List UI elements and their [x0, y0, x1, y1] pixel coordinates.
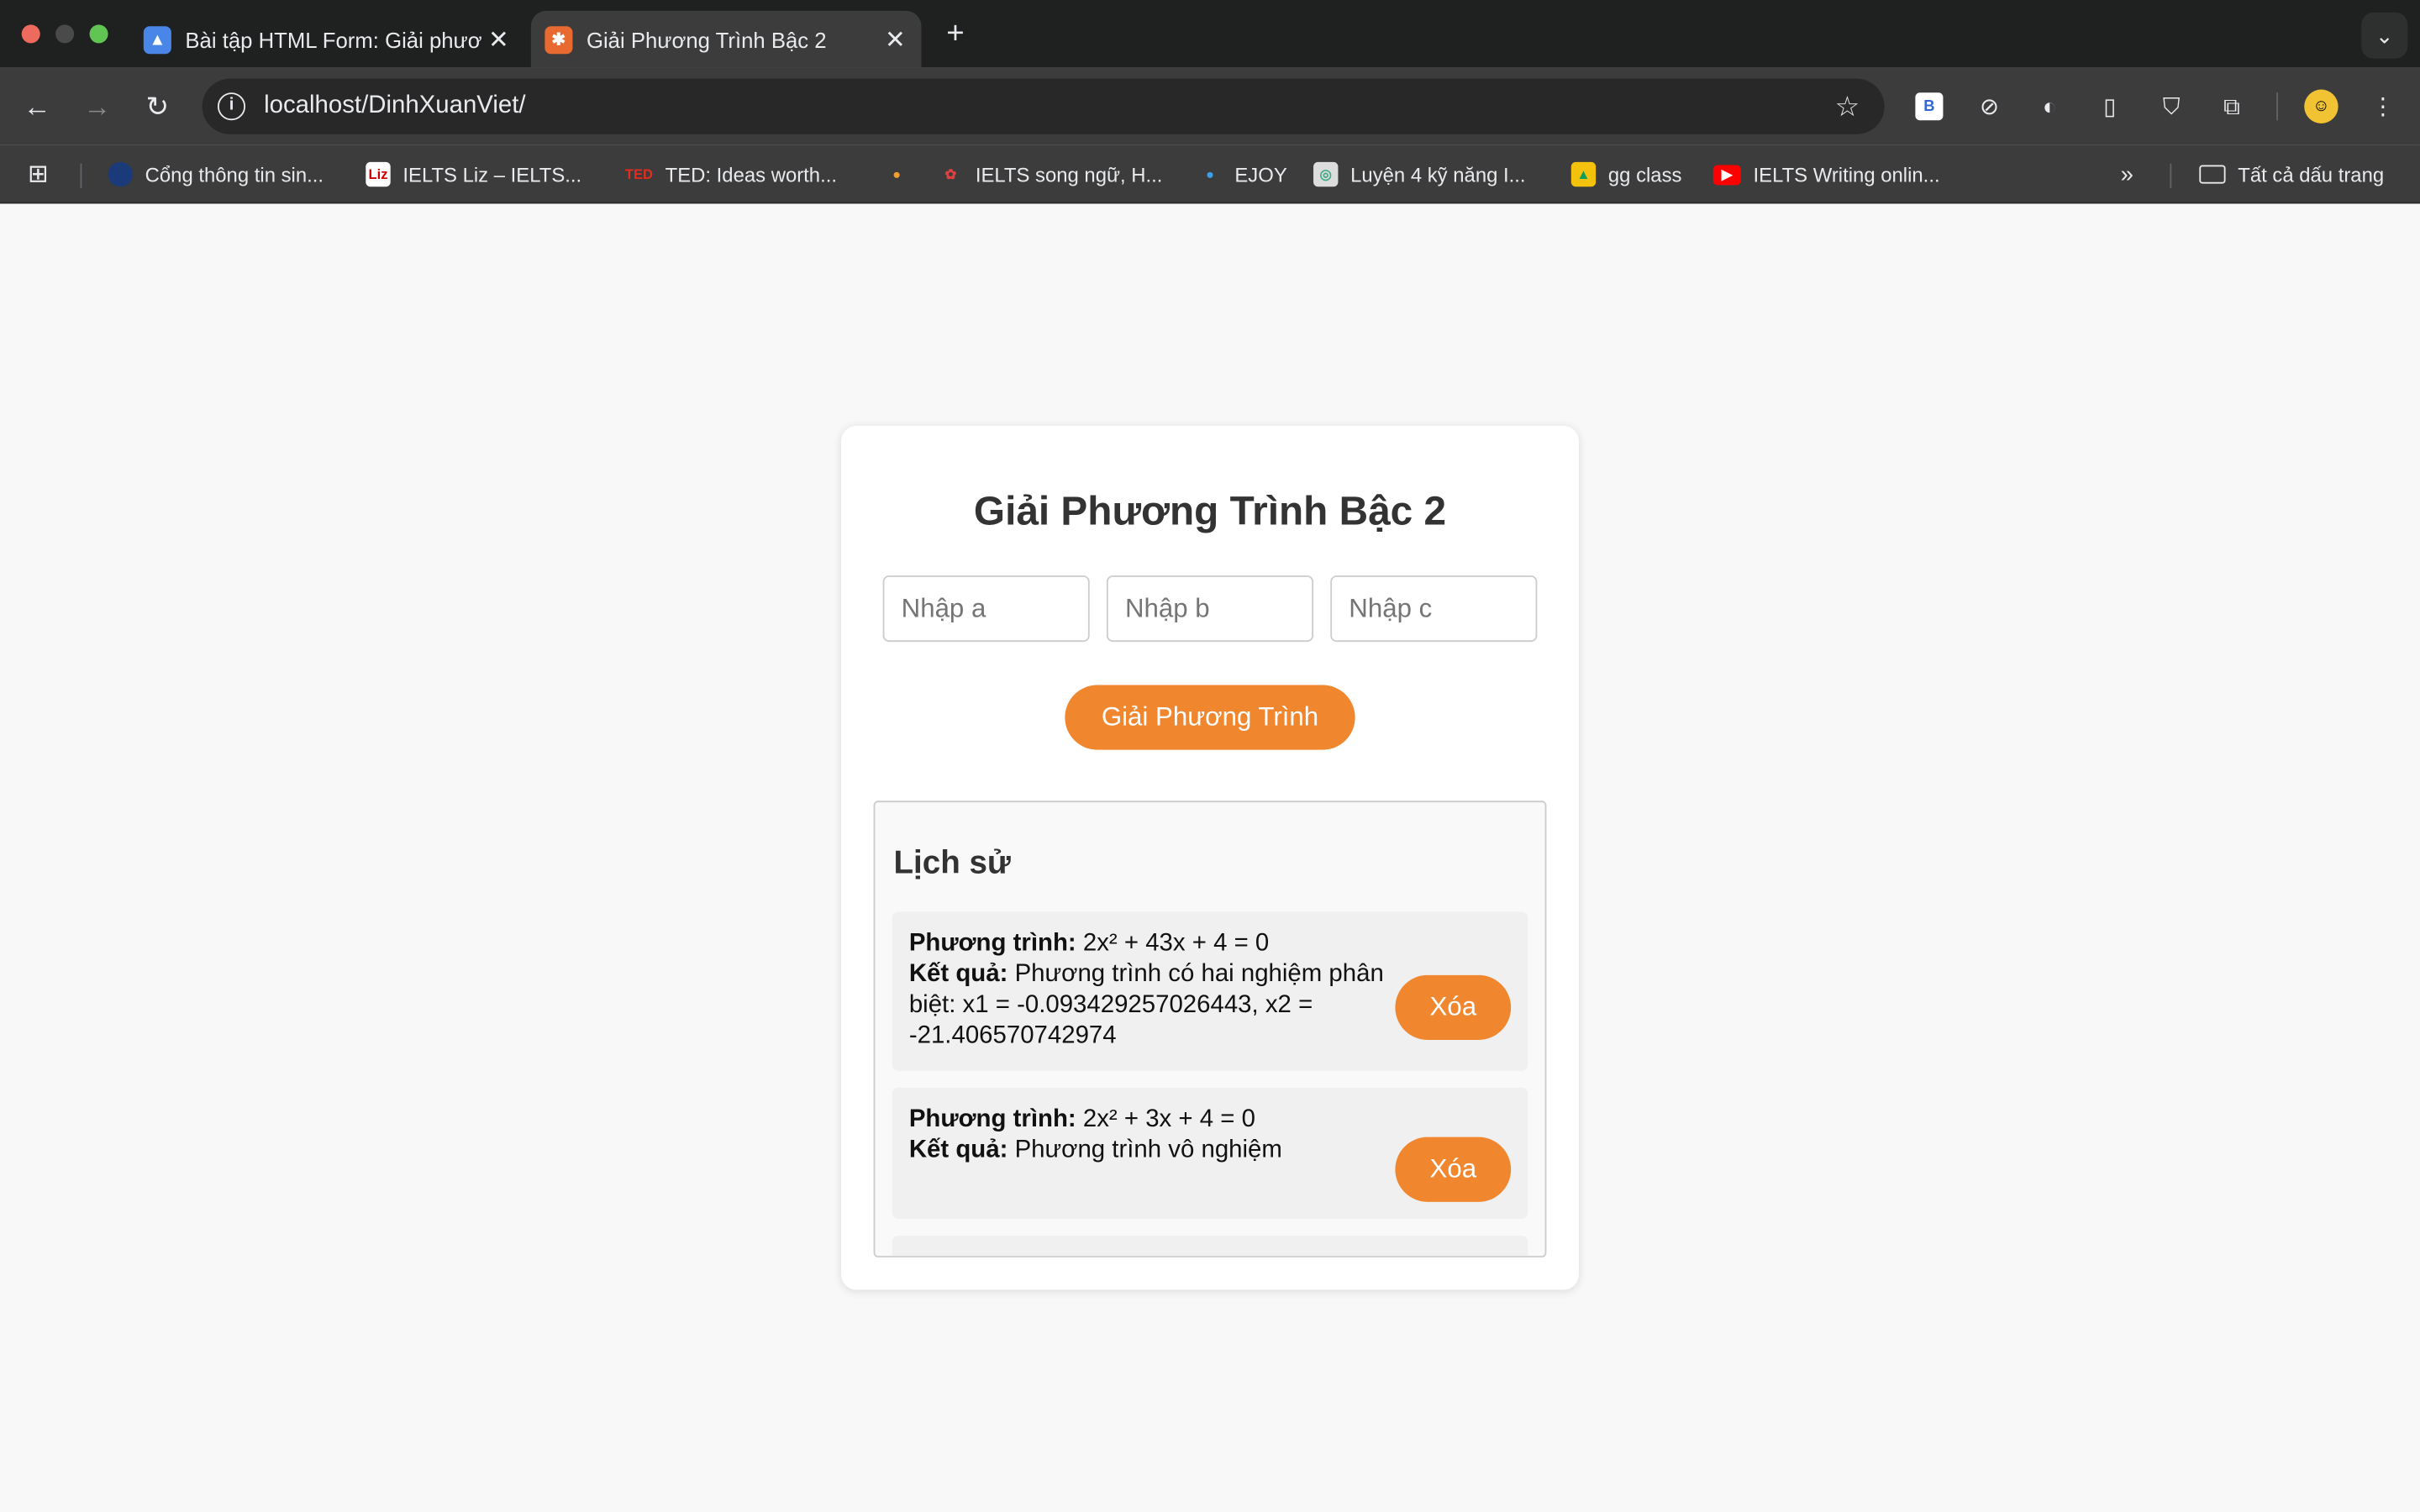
apps-grid-icon[interactable]: ⊞: [28, 160, 49, 188]
close-window-button[interactable]: [21, 24, 40, 44]
minimize-window-button[interactable]: [55, 24, 75, 44]
shield-extension-icon[interactable]: ⛉: [2153, 88, 2190, 125]
bookmark-label: gg class: [1607, 162, 1682, 186]
maximize-window-button[interactable]: [89, 24, 108, 44]
bookmark-label: EJOY: [1234, 162, 1287, 186]
history-item-text: Phương trình: 2x² + 3x + 4 = 0 Kết quả: …: [909, 1105, 1397, 1166]
flower-icon: ✿: [944, 165, 957, 181]
bookmark-label: Cổng thông tin sin...: [145, 162, 324, 186]
site-icon: ◎: [1313, 161, 1339, 187]
bookmark-label: Luyện 4 kỹ năng I...: [1350, 162, 1526, 186]
ielts-liz-icon: Liz: [366, 161, 391, 187]
back-icon[interactable]: ←: [17, 87, 57, 127]
input-a[interactable]: [882, 575, 1090, 643]
input-c[interactable]: [1330, 575, 1538, 643]
profile-avatar[interactable]: ☺: [2304, 89, 2338, 123]
bookmark-label: IELTS Liz – IELTS...: [402, 162, 582, 186]
bookmark-item[interactable]: ● EJOY: [1197, 160, 1287, 188]
droplet-icon: ●: [1206, 166, 1214, 182]
bookmark-item[interactable]: ▶ IELTS Writing onlin...: [1712, 160, 1940, 188]
portal-icon: [108, 161, 133, 187]
bookmark-item[interactable]: Liz IELTS Liz – IELTS...: [366, 160, 581, 188]
more-bookmarks-chevron-icon[interactable]: »: [2121, 160, 2133, 188]
bookmarks-divider: [2170, 163, 2172, 189]
close-icon[interactable]: ✕: [481, 24, 515, 55]
bookmarks-bar: ⊞ Cổng thông tin sin... Liz IELTS Liz – …: [0, 144, 2420, 204]
equation-label: Phương trình:: [908, 1105, 1076, 1133]
result-value: Phương trình vô nghiệm: [1014, 1137, 1282, 1163]
history-item: Phương trình: 2x² + 3x + 4 = 0 Kết quả: …: [892, 1087, 1528, 1220]
solver-card: Giải Phương Trình Bậc 2 Giải Phương Trìn…: [841, 425, 1579, 1290]
tab-classroom[interactable]: ▲ Bài tập HTML Form: Giải phương ✕: [129, 11, 524, 68]
bookmark-star-icon[interactable]: ☆: [1835, 90, 1860, 123]
classroom-icon: ▲: [143, 25, 171, 54]
color-extension-icon[interactable]: ◐: [2031, 88, 2068, 125]
result-label: Kết quả:: [908, 1137, 1008, 1163]
toolbar-divider: [2276, 92, 2279, 121]
bookmark-item[interactable]: TED TED: Ideas worth...: [625, 160, 837, 188]
menu-kebab-icon[interactable]: ⋮: [2365, 88, 2402, 125]
bookmark-label: Tất cả dấu trang: [2238, 162, 2385, 186]
input-b[interactable]: [1106, 575, 1314, 643]
history-item: Phương trình: 2x² + 43x + 4 = 0 Kết quả:…: [892, 911, 1528, 1071]
delete-button[interactable]: Xóa: [1395, 974, 1512, 1040]
bookmark-item[interactable]: ●: [884, 160, 908, 188]
browser-tab-bar: ▲ Bài tập HTML Form: Giải phương ✕ ✱ Giả…: [0, 0, 2420, 68]
history-item: [892, 1236, 1528, 1257]
new-tab-button[interactable]: +: [937, 15, 974, 52]
compass-extension-icon[interactable]: ⊘: [1971, 88, 2008, 125]
bookmark-label: TED: Ideas worth...: [665, 162, 837, 186]
delete-button[interactable]: Xóa: [1395, 1137, 1512, 1202]
tab-equation-solver[interactable]: ✱ Giải Phương Trình Bậc 2 ✕: [530, 10, 922, 68]
youtube-icon: ▶: [1712, 164, 1741, 185]
address-bar[interactable]: i localhost/DinhXuanViet/ ☆: [202, 78, 1885, 134]
site-info-icon[interactable]: i: [217, 92, 246, 121]
ted-icon: TED: [624, 166, 653, 182]
history-heading: Lịch sử: [893, 845, 1011, 881]
owl-icon: ●: [892, 166, 902, 182]
bookmarks-divider: [80, 163, 82, 189]
result-label: Kết quả:: [908, 961, 1008, 988]
classroom-icon: ▲: [1570, 161, 1597, 187]
xampp-icon: ✱: [544, 25, 573, 54]
close-icon[interactable]: ✕: [878, 24, 912, 55]
history-item-text: Phương trình: 2x² + 43x + 4 = 0 Kết quả:…: [909, 929, 1397, 1053]
extension-b-icon[interactable]: B: [1915, 92, 1944, 121]
history-panel[interactable]: Lịch sử Phương trình: 2x² + 43x + 4 = 0 …: [873, 801, 1547, 1257]
tab-search-button[interactable]: ⌄: [2361, 12, 2408, 59]
bookmark-item[interactable]: ▲ gg class: [1570, 160, 1682, 188]
bookmark-label: IELTS song ngữ, H...: [975, 162, 1163, 186]
device-extension-icon[interactable]: ▯: [2091, 88, 2128, 125]
browser-toolbar: ← → ↻ i localhost/DinhXuanViet/ ☆ B ⊘ ◐ …: [0, 67, 2420, 145]
bookmark-item[interactable]: ✿ IELTS song ngữ, H...: [939, 160, 1163, 188]
page-title: Giải Phương Trình Bậc 2: [973, 487, 1447, 534]
tab-title: Bài tập HTML Form: Giải phương: [185, 27, 482, 52]
bookmark-label: IELTS Writing onlin...: [1753, 162, 1940, 186]
bookmark-item[interactable]: ◎ Luyện 4 kỹ năng I...: [1313, 160, 1526, 188]
solve-button[interactable]: Giải Phương Trình: [1065, 685, 1355, 750]
forward-icon[interactable]: →: [77, 87, 118, 127]
equation-value: 2x² + 43x + 4 = 0: [1082, 930, 1270, 957]
folder-icon: [2199, 165, 2226, 184]
url-text[interactable]: localhost/DinhXuanViet/: [264, 92, 1835, 120]
bookmark-item[interactable]: Cổng thông tin sin...: [108, 160, 324, 188]
extensions-puzzle-icon[interactable]: ⧉: [2213, 88, 2250, 125]
equation-value: 2x² + 3x + 4 = 0: [1082, 1105, 1255, 1133]
all-bookmarks-folder[interactable]: Tất cả dấu trang: [2199, 160, 2384, 188]
tab-title: Giải Phương Trình Bậc 2: [586, 27, 827, 52]
reload-icon[interactable]: ↻: [137, 87, 177, 127]
equation-label: Phương trình:: [908, 930, 1076, 957]
